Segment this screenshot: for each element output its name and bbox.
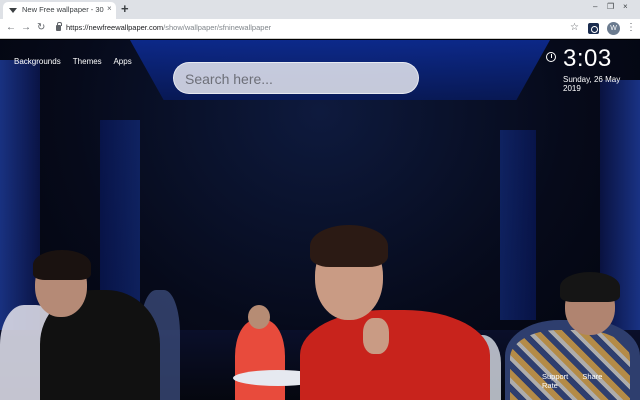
- menu-icon[interactable]: ⋮: [626, 21, 636, 35]
- url-host: https://newfreewallpaper.com: [66, 23, 164, 32]
- document-icon: [9, 8, 17, 13]
- extension-icon[interactable]: [588, 23, 599, 34]
- person-figure: [235, 320, 285, 400]
- support-link[interactable]: Support: [542, 372, 568, 381]
- maximize-button[interactable]: ❐: [607, 1, 614, 13]
- top-nav: Backgrounds Themes Apps: [14, 57, 142, 66]
- browser-tab[interactable]: New Free wallpaper - 300520195 ×: [3, 2, 116, 19]
- clock-icon[interactable]: [546, 52, 556, 62]
- minimize-button[interactable]: –: [593, 1, 597, 13]
- close-icon[interactable]: ×: [107, 4, 112, 14]
- address-bar: ← → ↻ https://newfreewallpaper.com/show/…: [0, 19, 640, 39]
- wallpaper-background: [0, 40, 640, 400]
- search-placeholder: Search here...: [185, 71, 273, 87]
- tab-title: New Free wallpaper - 300520195: [22, 5, 104, 14]
- clock-time: 3:03: [563, 45, 612, 72]
- stage-pillar: [500, 130, 536, 320]
- plus-icon[interactable]: +: [121, 1, 129, 16]
- nav-link-themes[interactable]: Themes: [73, 57, 102, 66]
- rate-link[interactable]: Rate: [542, 381, 558, 390]
- person-hair: [560, 272, 620, 302]
- window-close-button[interactable]: ×: [623, 1, 628, 13]
- person-hair: [310, 225, 388, 267]
- clock-date: Sunday, 26 May 2019: [563, 75, 621, 93]
- back-icon[interactable]: ←: [6, 21, 16, 35]
- person-figure: [300, 310, 490, 400]
- nav-link-apps[interactable]: Apps: [113, 57, 131, 66]
- person-hand: [363, 318, 389, 354]
- footer-links: Support Share Rate: [542, 372, 640, 390]
- url-path: /show/wallpaper/sfninewallpaper: [163, 23, 272, 32]
- reload-icon[interactable]: ↻: [37, 21, 45, 35]
- profile-icon[interactable]: W: [607, 22, 620, 35]
- star-icon[interactable]: ☆: [570, 21, 579, 35]
- forward-icon[interactable]: →: [21, 21, 31, 35]
- lock-icon: [56, 22, 62, 31]
- tab-strip: New Free wallpaper - 300520195 × + – ❐ ×: [0, 0, 640, 19]
- person-hair: [33, 250, 91, 280]
- share-link[interactable]: Share: [582, 372, 602, 381]
- person-head: [248, 305, 270, 329]
- url-field[interactable]: https://newfreewallpaper.com/show/wallpa…: [66, 23, 271, 32]
- nav-link-backgrounds[interactable]: Backgrounds: [14, 57, 61, 66]
- search-input[interactable]: Search here...: [173, 62, 419, 94]
